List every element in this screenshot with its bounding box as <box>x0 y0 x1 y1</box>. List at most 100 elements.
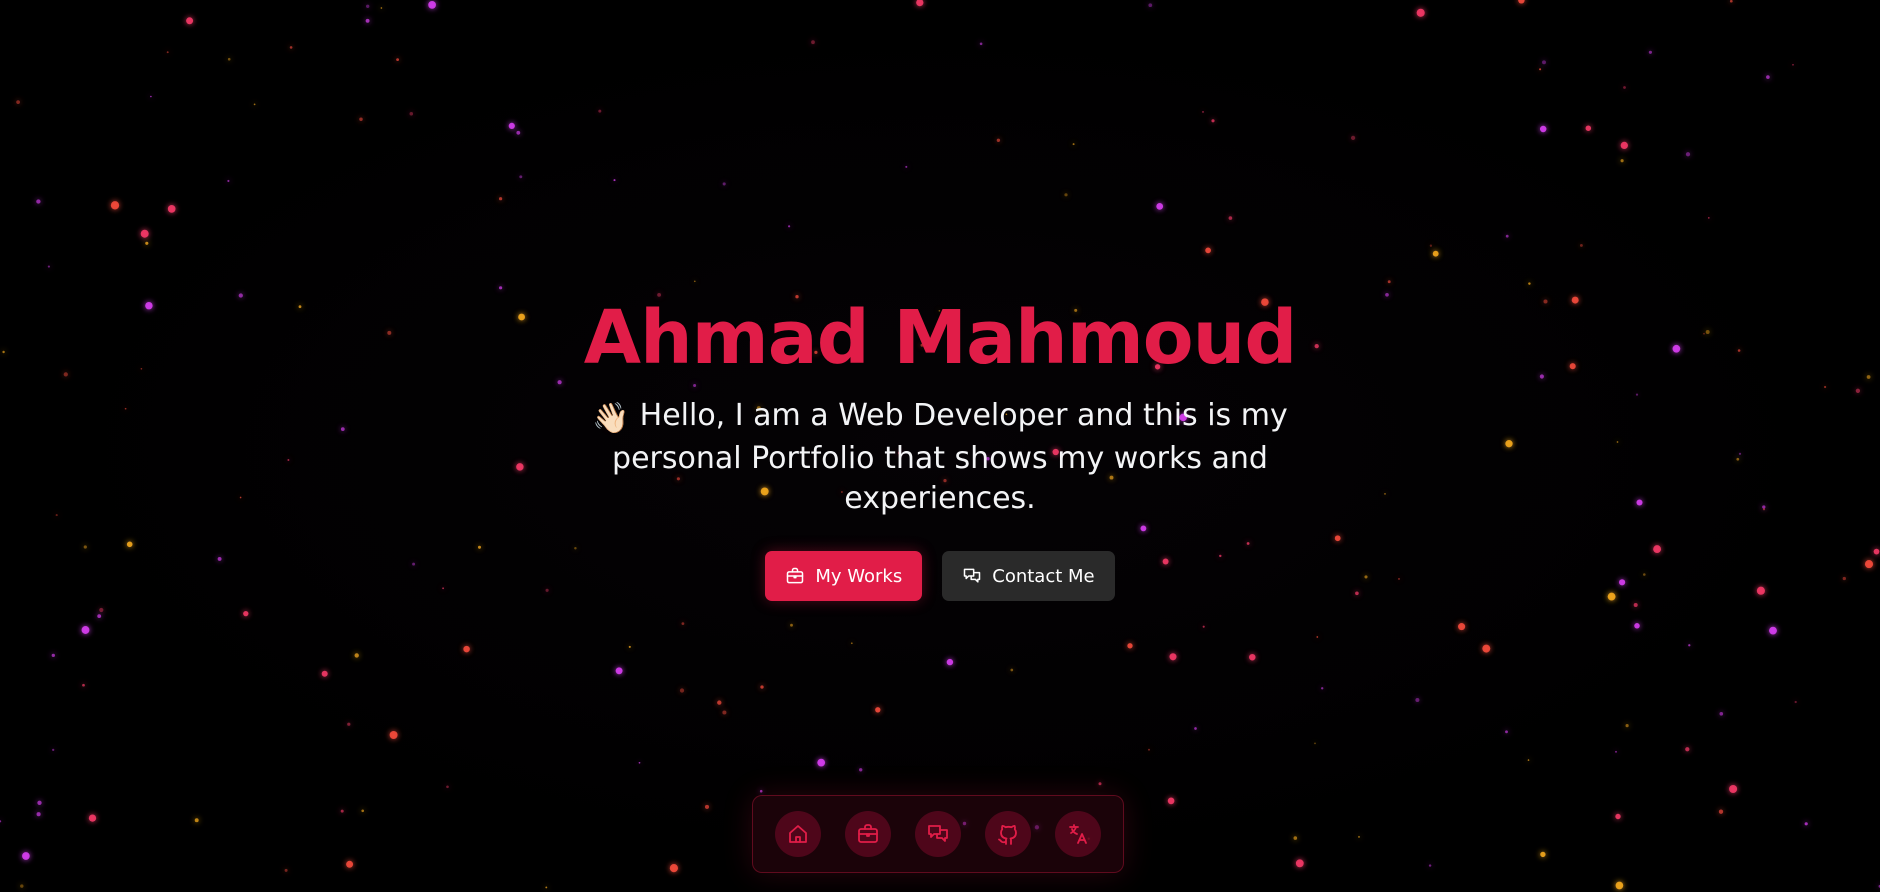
particle <box>1633 602 1638 608</box>
particle <box>1482 644 1491 653</box>
dock-works-button[interactable] <box>845 811 891 857</box>
chat-bubbles-icon <box>926 822 950 846</box>
particle <box>1432 250 1439 257</box>
particle <box>253 103 256 106</box>
particle <box>409 112 414 116</box>
particle <box>88 814 97 822</box>
particle <box>905 165 908 168</box>
particle <box>519 175 523 179</box>
briefcase-icon <box>856 822 880 846</box>
particle <box>1623 86 1626 89</box>
particle <box>1148 3 1153 8</box>
particle <box>1415 697 1420 703</box>
particle <box>20 884 24 888</box>
particle <box>790 623 793 627</box>
particle <box>669 864 679 873</box>
particle <box>1539 68 1542 71</box>
particle <box>1156 203 1164 210</box>
dock-github-button[interactable] <box>985 811 1031 857</box>
particle <box>1719 712 1724 716</box>
particle <box>446 785 449 789</box>
dock-language-button[interactable] <box>1055 811 1101 857</box>
particle <box>1010 668 1014 672</box>
particle <box>1098 782 1102 786</box>
particle <box>722 710 727 715</box>
particle <box>1792 63 1794 66</box>
particle <box>1148 748 1150 751</box>
particle <box>321 670 328 677</box>
particle <box>638 761 641 764</box>
dock-contact-button[interactable] <box>915 811 961 857</box>
particle <box>628 645 631 648</box>
particle <box>1729 784 1738 794</box>
particle <box>850 642 853 645</box>
particle <box>1293 836 1298 840</box>
particle <box>36 199 41 204</box>
particle <box>1072 143 1075 146</box>
particle <box>1295 859 1304 868</box>
particle <box>359 117 363 121</box>
particle <box>1620 141 1628 150</box>
particle <box>340 809 344 813</box>
particle <box>545 886 548 889</box>
particle <box>859 768 863 772</box>
particle <box>1718 809 1724 814</box>
particle <box>1316 636 1319 638</box>
particle <box>140 229 149 238</box>
particle <box>693 280 696 283</box>
particle <box>916 0 924 7</box>
particle <box>1428 864 1432 867</box>
particle <box>1527 759 1530 761</box>
particle <box>811 40 815 45</box>
particle <box>788 225 791 228</box>
particle <box>1615 881 1624 890</box>
particle <box>1707 217 1710 219</box>
particle <box>615 667 623 675</box>
particle <box>516 130 521 135</box>
particle <box>365 18 370 23</box>
hero-title: Ahmad Mahmoud <box>583 295 1298 381</box>
particle <box>996 138 1001 142</box>
particle <box>681 622 685 625</box>
particle <box>499 197 503 201</box>
particle <box>759 789 763 793</box>
particle <box>1357 835 1361 838</box>
particle <box>760 685 764 689</box>
particle <box>428 1 436 9</box>
particle <box>1194 727 1197 730</box>
my-works-label: My Works <box>815 565 903 587</box>
particle <box>1202 111 1204 113</box>
particle <box>166 51 169 54</box>
dock-home-button[interactable] <box>775 811 821 857</box>
particle <box>37 800 42 805</box>
particle <box>284 868 288 872</box>
particle <box>704 804 710 809</box>
home-icon <box>786 822 810 846</box>
particle <box>81 626 90 634</box>
particle <box>679 688 685 693</box>
github-icon <box>996 822 1020 846</box>
particle <box>1615 813 1621 820</box>
particle <box>380 7 383 9</box>
hero-section: Ahmad Mahmoud 👋🏻 Hello, I am a Web Develo… <box>0 290 1880 601</box>
particle <box>1387 280 1391 284</box>
hero-actions: My Works Contact Me <box>0 551 1880 601</box>
particle <box>16 100 20 104</box>
particle <box>150 95 152 98</box>
my-works-button[interactable]: My Works <box>765 551 923 601</box>
particle <box>817 758 826 767</box>
particle <box>508 122 515 129</box>
particle <box>1685 747 1690 752</box>
particle <box>1540 851 1546 858</box>
particle <box>1620 159 1624 163</box>
particle <box>1167 797 1175 805</box>
particle <box>167 205 176 213</box>
particle <box>1211 119 1215 123</box>
particle <box>613 179 616 182</box>
particle <box>1625 724 1629 728</box>
particle <box>47 265 50 268</box>
contact-me-button[interactable]: Contact Me <box>942 551 1115 601</box>
particle <box>1458 623 1466 631</box>
particle <box>1505 730 1508 734</box>
particle <box>1321 687 1324 690</box>
